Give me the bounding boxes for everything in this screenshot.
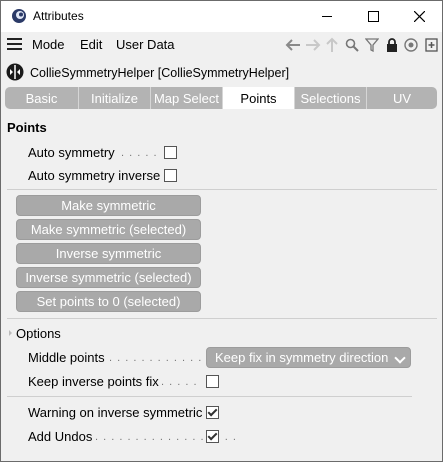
middle-points-dropdown[interactable]: Keep fix in symmetry direction — [206, 347, 411, 368]
keep-inverse-label: Keep inverse points fix — [28, 374, 159, 389]
make-symmetric-button[interactable]: Make symmetric — [16, 195, 201, 216]
app-icon — [11, 8, 27, 24]
tab-uv[interactable]: UV — [367, 87, 437, 109]
make-symmetric-selected-button[interactable]: Make symmetric (selected) — [16, 219, 201, 240]
object-icon — [6, 63, 24, 81]
back-arrow-icon[interactable] — [284, 35, 302, 55]
auto-symmetry-inverse-label: Auto symmetry inverse — [28, 168, 161, 183]
new-panel-icon[interactable] — [422, 35, 440, 55]
tab-bar: Basic Initialize Map Select Points Selec… — [5, 87, 437, 109]
add-undos-checkbox[interactable] — [206, 430, 219, 443]
tab-map-select[interactable]: Map Select — [151, 87, 223, 109]
auto-symmetry-dots: . . . . . — [121, 147, 158, 159]
tab-initialize[interactable]: Initialize — [79, 87, 151, 109]
auto-symmetry-label: Auto symmetry — [28, 145, 115, 160]
close-button[interactable] — [396, 1, 442, 32]
close-icon — [413, 11, 425, 22]
inverse-symmetric-button[interactable]: Inverse symmetric — [16, 243, 201, 264]
up-arrow-icon[interactable] — [323, 35, 341, 55]
inverse-symmetric-selected-button[interactable]: Inverse symmetric (selected) — [16, 267, 201, 288]
middle-points-label: Middle points — [28, 350, 105, 365]
menu-edit[interactable]: Edit — [80, 37, 102, 52]
menu-user-data[interactable]: User Data — [116, 37, 175, 52]
section-divider — [7, 396, 412, 397]
auto-symmetry-inverse-checkbox[interactable] — [164, 169, 177, 182]
tab-points[interactable]: Points — [223, 87, 295, 109]
middle-points-dots: . . . . . . . . . . . . — [109, 352, 203, 364]
search-icon[interactable] — [343, 35, 361, 55]
add-undos-label: Add Undos — [28, 429, 93, 444]
window-title: Attributes — [33, 9, 84, 23]
lock-icon[interactable] — [383, 35, 401, 55]
keep-inverse-dots: . . . . . — [161, 376, 198, 388]
maximize-icon — [367, 11, 379, 22]
auto-symmetry-checkbox[interactable] — [164, 146, 177, 159]
section-divider — [7, 189, 437, 190]
attributes-window: Attributes Mode Edit User Data CollieSym… — [0, 0, 443, 462]
collapse-triangle-icon[interactable] — [9, 330, 12, 336]
warning-inverse-label: Warning on inverse symmetric — [28, 405, 203, 420]
forward-arrow-icon[interactable] — [304, 35, 322, 55]
keep-inverse-checkbox[interactable] — [206, 375, 219, 388]
maximize-button[interactable] — [350, 1, 396, 32]
target-icon[interactable] — [402, 35, 420, 55]
section-divider — [7, 318, 437, 319]
warning-inverse-checkbox[interactable] — [206, 406, 219, 419]
tab-selections[interactable]: Selections — [295, 87, 367, 109]
object-title: CollieSymmetryHelper [CollieSymmetryHelp… — [30, 66, 290, 80]
options-section-title[interactable]: Options — [16, 326, 61, 341]
set-points-zero-button[interactable]: Set points to 0 (selected) — [16, 291, 201, 312]
hamburger-menu-icon[interactable] — [7, 38, 22, 51]
filter-icon[interactable] — [363, 35, 381, 55]
minimize-icon — [322, 16, 332, 17]
points-section-title: Points — [7, 120, 47, 135]
chevron-down-icon — [394, 352, 406, 364]
minimize-button[interactable] — [304, 1, 350, 32]
menu-mode[interactable]: Mode — [32, 37, 65, 52]
middle-points-value: Keep fix in symmetry direction — [215, 350, 389, 365]
tab-basic[interactable]: Basic — [5, 87, 79, 109]
